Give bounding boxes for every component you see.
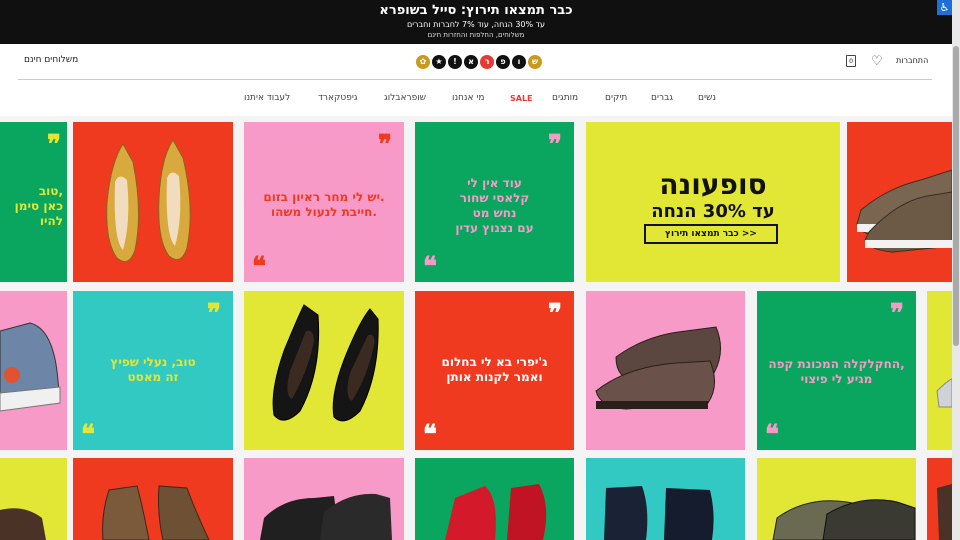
nav-giftcard[interactable]: גיפטקארד — [318, 93, 358, 103]
quote-icon: ❞ — [890, 299, 904, 329]
logo-letter: ✿ — [416, 55, 430, 69]
quote-text: טוב, כאן סימן להיו — [14, 184, 63, 228]
promo-cta-button[interactable]: כבר תמצאו תירוץ >> — [644, 224, 778, 244]
quote-icon: ❝ — [81, 420, 95, 450]
quote-text: יש לי מחר ראיון בזום. חייבת לנעול משהו. — [263, 190, 385, 219]
nav-blog[interactable]: שופראבלוג — [384, 93, 426, 103]
product-tile-blue-sneaker[interactable] — [0, 291, 67, 450]
logo-letter: ★ — [432, 55, 446, 69]
quote-tile-classic-black[interactable]: ❞ עוד אין לי קלאסי שחור נחש מט עם נצנוץ … — [415, 122, 574, 282]
product-tile-gold-flats[interactable] — [73, 122, 233, 282]
logo-letter: א — [464, 55, 478, 69]
product-tile-partial-row3[interactable] — [927, 458, 952, 540]
gold-flats-image — [106, 139, 191, 263]
announcement-discount: עד 30% הנחה, עוד 7% לחברות וחברים — [406, 20, 546, 29]
product-tile-black-loafers[interactable] — [244, 291, 404, 450]
silver-shoe-image — [936, 378, 952, 408]
promo-subtitle: עד 30% הנחה — [651, 201, 775, 222]
brown-shoe-image — [937, 484, 952, 540]
nav-careers[interactable]: לעבוד איתנו — [244, 93, 290, 103]
logo-letter: ש — [528, 55, 542, 69]
accessibility-icon[interactable]: ♿ — [937, 0, 952, 15]
logo-letter: פ — [496, 55, 510, 69]
red-boots-image — [445, 484, 547, 540]
product-tile-black-booties[interactable] — [244, 458, 404, 540]
quote-tile-pointed-shoes[interactable]: ❞ טוב, נעלי שפיץ זה מאסט ❝ — [73, 291, 233, 450]
quote-icon: ❞ — [378, 130, 392, 160]
scrollbar-thumb[interactable] — [953, 46, 959, 346]
promo-tile-end-of-season[interactable]: סופעונה עד 30% הנחה כבר תמצאו תירוץ >> — [586, 122, 840, 282]
black-loafers-image — [272, 304, 379, 422]
quote-icon: ❞ — [548, 299, 562, 329]
login-link[interactable]: התחברות — [896, 56, 928, 65]
brown-boots-image — [856, 169, 952, 253]
product-tile-sneakers[interactable] — [757, 458, 916, 540]
logo-letter: ו — [512, 55, 526, 69]
logo-letter: ר — [480, 55, 494, 69]
quote-icon: ❝ — [252, 252, 266, 282]
quote-icon: ❞ — [548, 130, 562, 160]
quote-icon: ❞ — [207, 299, 221, 329]
quote-text: עוד אין לי קלאסי שחור נחש מט עם נצנוץ עד… — [455, 176, 534, 235]
nav-men[interactable]: גברים — [651, 93, 673, 103]
announcement-title: כבר תמצאו תירוץ: סייל בשופרא — [379, 3, 573, 18]
product-tile-brown-boots[interactable] — [847, 122, 952, 282]
blue-sneaker-image — [0, 322, 61, 412]
quote-text: החקלקלה המכונת קפה, מגיע לי פיצוי — [768, 357, 905, 386]
black-booties-image — [260, 493, 392, 540]
site-logo[interactable]: ש ו פ ר א! ★ ✿ — [416, 55, 542, 69]
product-tile-dark-boot[interactable] — [0, 458, 67, 540]
quote-tile-zoom[interactable]: ❞ יש לי מחר ראיון בזום. חייבת לנעול משהו… — [244, 122, 404, 282]
product-tile-red-boots[interactable] — [415, 458, 574, 540]
product-tile-partial[interactable] — [927, 291, 952, 450]
announcement-bar: כבר תמצאו תירוץ: סייל בשופרא עד 30% הנחה… — [0, 0, 952, 44]
quote-tile-dream[interactable]: ❞ ג'יפרי בא לי בחלום ואמר לקנות אותן ❝ — [415, 291, 574, 450]
quote-text: ג'יפרי בא לי בחלום ואמר לקנות אותן — [441, 355, 548, 384]
bronze-oxfords-image — [595, 326, 721, 410]
navy-boots-image — [604, 486, 714, 540]
free-shipping-link[interactable]: משלוחים חינם — [24, 55, 78, 65]
quote-icon: ❝ — [423, 420, 437, 450]
product-tile-tan-boots[interactable] — [73, 458, 233, 540]
tan-boots-image — [102, 485, 210, 540]
nav-sale[interactable]: SALE — [510, 94, 533, 103]
page-scrollbar[interactable] — [952, 0, 960, 540]
dark-boot-image — [0, 508, 46, 540]
shopping-bag-icon[interactable]: 0 — [846, 55, 856, 67]
quote-icon: ❝ — [423, 252, 437, 282]
product-tile-bronze-oxfords[interactable] — [586, 291, 745, 450]
nav-bags[interactable]: תיקים — [605, 93, 627, 103]
sneakers-image — [772, 499, 916, 540]
nav-brands[interactable]: מותגים — [552, 93, 578, 103]
logo-letter: ! — [448, 55, 462, 69]
site-header: משלוחים חינם התחברות ♡ 0 ש ו פ ר א! ★ ✿ נשים ג… — [0, 44, 952, 116]
quote-icon: ❝ — [765, 420, 779, 450]
quote-text: טוב, נעלי שפיץ זה מאסט — [110, 355, 196, 384]
announcement-shipping: משלוחים, החלפות והחזרות חינם — [427, 31, 525, 39]
quote-icon: ❞ — [47, 130, 61, 160]
quote-tile-coffee-machine[interactable]: ❞ החקלקלה המכונת קפה, מגיע לי פיצוי ❝ — [757, 291, 916, 450]
nav-women[interactable]: נשים — [698, 93, 716, 103]
promo-title: סופעונה — [659, 168, 767, 201]
heart-icon[interactable]: ♡ — [871, 54, 883, 69]
quote-tile-partial[interactable]: ❞ טוב, כאן סימן להיו — [0, 122, 67, 282]
nav-about[interactable]: מי אנחנו — [452, 93, 485, 103]
header-divider — [18, 79, 932, 80]
product-tile-navy-boots[interactable] — [586, 458, 745, 540]
